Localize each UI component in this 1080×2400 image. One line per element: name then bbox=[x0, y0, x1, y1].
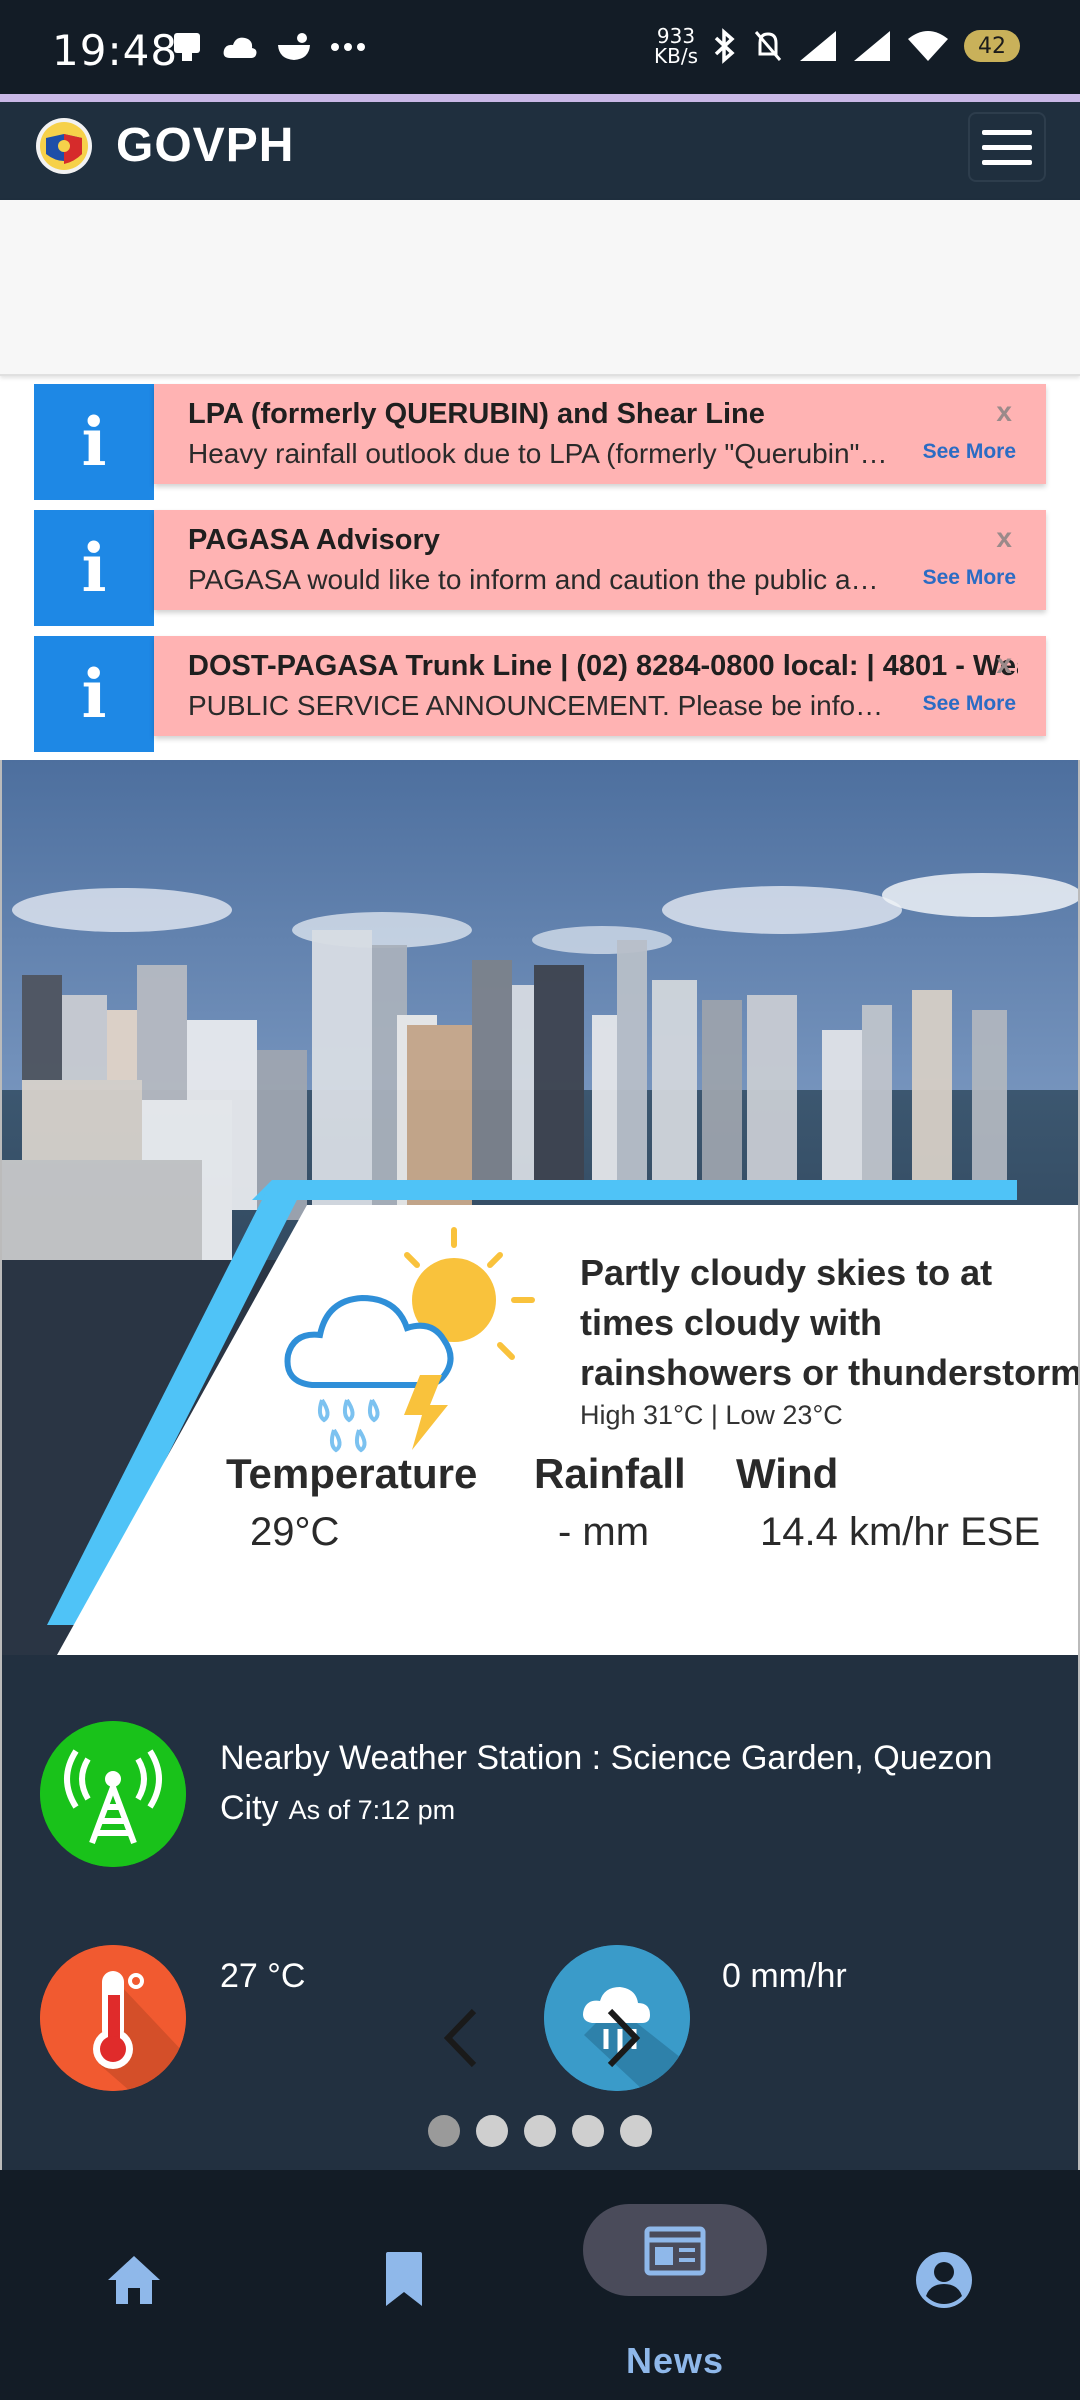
carousel-indicators bbox=[428, 2115, 652, 2147]
carousel-dot[interactable] bbox=[428, 2115, 460, 2147]
news-tab-label[interactable]: News bbox=[583, 2340, 767, 2382]
notification-icon bbox=[174, 33, 200, 61]
forecast-line: times cloudy with bbox=[580, 1302, 883, 1343]
advisory-text: Heavy rainfall outlook due to LPA (forme… bbox=[188, 438, 888, 469]
see-more-link[interactable]: See More bbox=[923, 566, 1016, 590]
station-name: Nearby Weather Station : Science Garden,… bbox=[220, 1739, 993, 1777]
advisory-close-button[interactable]: x bbox=[996, 522, 1012, 554]
station-rain-rate: 0 mm/hr bbox=[722, 1957, 847, 1995]
weather-station-panel: Nearby Weather Station : Science Garden,… bbox=[0, 1655, 1080, 2170]
station-city: City bbox=[220, 1789, 279, 1827]
advisory-close-button[interactable]: x bbox=[996, 396, 1012, 428]
rainfall-value: - mm bbox=[558, 1510, 650, 1554]
net-speed: 933 KB/s bbox=[654, 26, 698, 66]
carousel-dot[interactable] bbox=[476, 2115, 508, 2147]
advisory-item[interactable]: i DOST-PAGASA Trunk Line | (02) 8284-080… bbox=[34, 636, 1046, 752]
advisory-text: PUBLIC SERVICE ANNOUNCEMENT. Please be i… bbox=[188, 690, 888, 721]
info-icon: i bbox=[34, 384, 154, 500]
info-icon: i bbox=[34, 636, 154, 752]
signal-icon bbox=[854, 31, 890, 61]
status-icons-left bbox=[170, 30, 366, 64]
station-temperature: 27 °C bbox=[220, 1957, 306, 1995]
wind-value: 14.4 km/hr ESE bbox=[760, 1510, 1041, 1554]
advisory-title: PAGASA Advisory bbox=[188, 524, 440, 556]
carousel-dot[interactable] bbox=[572, 2115, 604, 2147]
station-title: Nearby Weather Station : Science Garden,… bbox=[220, 1733, 1050, 1835]
wifi-icon bbox=[908, 31, 948, 61]
advisory-title: LPA (formerly QUERUBIN) and Shear Line bbox=[188, 398, 765, 430]
info-icon: i bbox=[34, 510, 154, 626]
advisory-item[interactable]: i PAGASA Advisory PAGASA would like to i… bbox=[34, 510, 1046, 626]
bookmark-icon[interactable] bbox=[382, 2250, 426, 2308]
carousel-next-icon[interactable] bbox=[598, 2003, 648, 2073]
status-time: 19:48 bbox=[52, 26, 179, 75]
station-as-of: As of 7:12 pm bbox=[288, 1795, 456, 1825]
status-bar: 19:48 933 KB/s 42 bbox=[0, 0, 1080, 96]
bottom-navigation: News bbox=[0, 2170, 1080, 2400]
net-speed-value: 933 bbox=[656, 24, 696, 48]
net-speed-unit: KB/s bbox=[654, 44, 698, 68]
cloud-icon bbox=[223, 37, 257, 58]
advisory-body[interactable]: PAGASA Advisory PAGASA would like to inf… bbox=[154, 510, 1046, 610]
advisory-item[interactable]: i LPA (formerly QUERUBIN) and Shear Line… bbox=[34, 384, 1046, 500]
status-icons-right: 933 KB/s 42 bbox=[654, 26, 1020, 66]
radio-tower-icon bbox=[40, 1721, 186, 1867]
more-dots-icon bbox=[331, 43, 365, 51]
advisory-close-button[interactable]: x bbox=[996, 648, 1012, 680]
forecast-line: rainshowers or thunderstorms bbox=[580, 1352, 1080, 1393]
carousel-prev-icon[interactable] bbox=[436, 2003, 486, 2073]
temperature-label: Temperature bbox=[226, 1450, 478, 1497]
bell-muted-icon bbox=[754, 31, 782, 61]
see-more-link[interactable]: See More bbox=[923, 440, 1016, 464]
wind-label: Wind bbox=[736, 1450, 839, 1497]
bluetooth-icon bbox=[714, 28, 735, 64]
carousel-dot[interactable] bbox=[620, 2115, 652, 2147]
forecast-description: Partly cloudy skies to at times cloudy w… bbox=[580, 1248, 1080, 1398]
govph-header: GOVPH bbox=[0, 102, 1080, 200]
temperature-value: 29°C bbox=[250, 1510, 340, 1554]
banner-placeholder bbox=[0, 200, 1080, 376]
account-icon[interactable] bbox=[914, 2250, 974, 2310]
rainfall-label: Rainfall bbox=[534, 1450, 686, 1497]
advisory-body[interactable]: DOST-PAGASA Trunk Line | (02) 8284-0800 … bbox=[154, 636, 1046, 736]
advisory-body[interactable]: LPA (formerly QUERUBIN) and Shear Line H… bbox=[154, 384, 1046, 484]
header-accent-line bbox=[0, 94, 1080, 102]
hamburger-menu-icon[interactable] bbox=[968, 112, 1046, 182]
signal-icon bbox=[800, 31, 836, 61]
forecast-line: Partly cloudy skies to at bbox=[580, 1252, 993, 1293]
bowl-icon bbox=[278, 33, 310, 60]
battery-indicator: 42 bbox=[964, 30, 1020, 62]
weather-hero: Partly cloudy skies to at times cloudy w… bbox=[0, 760, 1080, 1655]
advisory-title: DOST-PAGASA Trunk Line | (02) 8284-0800 … bbox=[188, 650, 1018, 682]
philippine-seal-icon[interactable] bbox=[34, 116, 94, 176]
govph-title[interactable]: GOVPH bbox=[116, 118, 294, 173]
news-icon[interactable] bbox=[644, 2224, 706, 2278]
home-icon[interactable] bbox=[106, 2254, 162, 2306]
advisory-text: PAGASA would like to inform and caution … bbox=[188, 564, 888, 595]
carousel-dot[interactable] bbox=[524, 2115, 556, 2147]
thermometer-icon bbox=[40, 1945, 186, 2091]
see-more-link[interactable]: See More bbox=[923, 692, 1016, 716]
high-low-temperature: High 31°C | Low 23°C bbox=[580, 1400, 843, 1430]
